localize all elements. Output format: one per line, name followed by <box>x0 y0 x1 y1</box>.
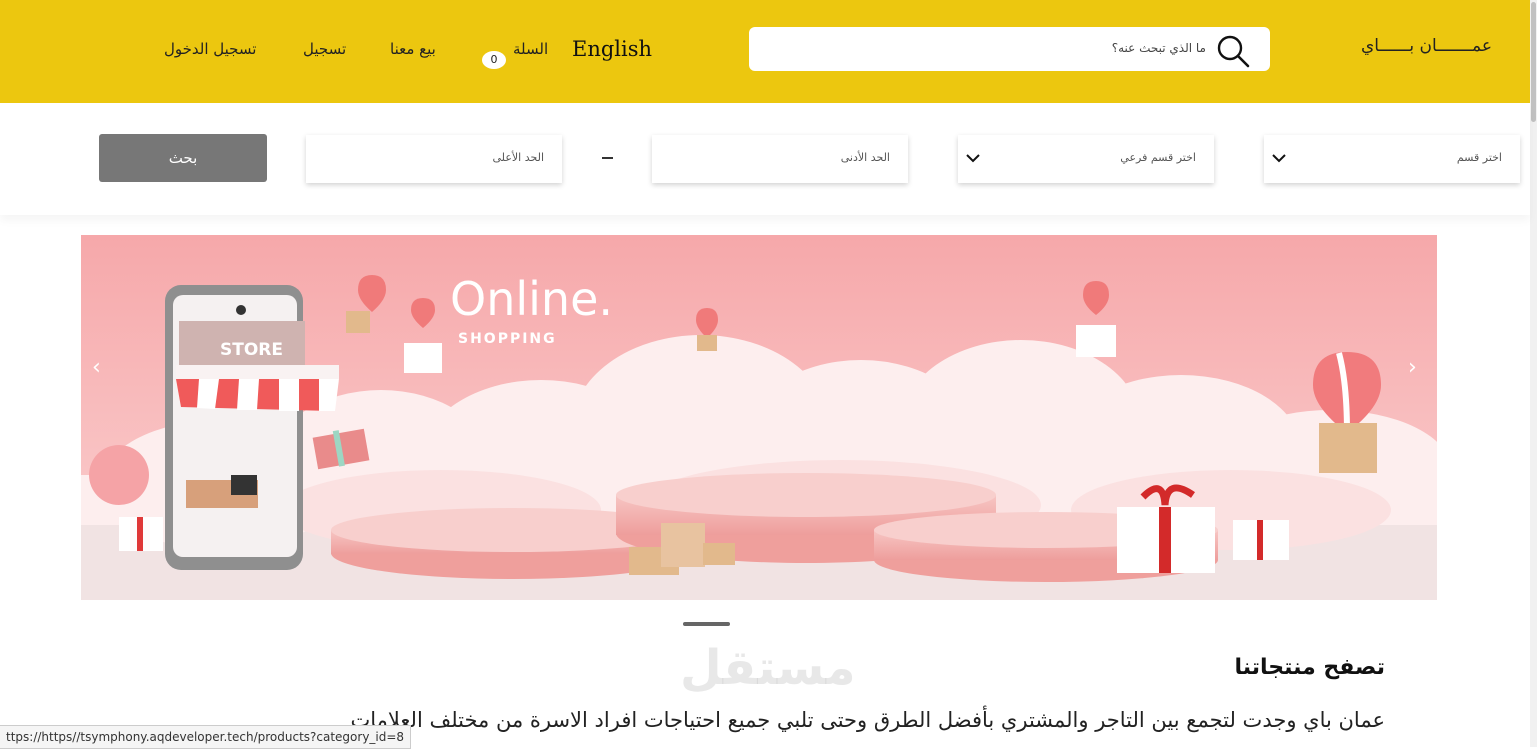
page-scrollbar[interactable] <box>1530 0 1537 747</box>
search-box[interactable]: ما الذي تبحث عنه؟ <box>749 27 1270 71</box>
banner-headline: Online. <box>450 272 613 326</box>
chevron-left-icon: ‹ <box>92 355 101 380</box>
chevron-down-icon <box>966 154 980 163</box>
store-sign-text: STORE <box>220 340 283 360</box>
status-bar-url: ttps://https//tsymphony.aqdeveloper.tech… <box>0 725 412 749</box>
hero-banner[interactable]: STORE Online. SHOPPING <box>81 235 1437 600</box>
banner-subline: SHOPPING <box>458 331 557 347</box>
cart-count-badge: 0 <box>482 51 506 69</box>
search-input[interactable]: ما الذي تبحث عنه؟ <box>1112 41 1206 55</box>
category-select-label: اختر قسم <box>1456 151 1502 164</box>
min-price-field[interactable]: الحد الأدنى <box>652 135 908 183</box>
search-icon[interactable] <box>1216 34 1250 68</box>
register-link[interactable]: تسجيل <box>303 40 346 58</box>
category-select[interactable]: اختر قسم <box>1264 135 1520 183</box>
filter-search-button[interactable]: بحث <box>99 134 267 182</box>
carousel-prev-button[interactable]: ‹ <box>92 355 101 380</box>
watermark-logo: مستقل <box>680 640 856 696</box>
login-link[interactable]: تسجيل الدخول <box>164 40 256 58</box>
top-navbar: عمـــــــان بــــــاي ما الذي تبحث عنه؟ … <box>0 0 1530 103</box>
range-separator <box>602 157 613 159</box>
brand-logo[interactable]: عمـــــــان بــــــاي <box>1361 36 1492 56</box>
subcategory-select-label: اختر قسم فرعي <box>1120 151 1196 164</box>
chevron-right-icon: › <box>1408 355 1417 380</box>
section-title: تصفح منتجاتنا <box>1234 655 1386 680</box>
sell-with-us-link[interactable]: بيع معنا <box>390 40 436 58</box>
max-price-placeholder: الحد الأعلى <box>492 151 544 164</box>
scrollbar-thumb[interactable] <box>1531 2 1536 122</box>
min-price-placeholder: الحد الأدنى <box>840 151 890 164</box>
language-switch-link[interactable]: English <box>572 37 652 61</box>
subcategory-select[interactable]: اختر قسم فرعي <box>958 135 1214 183</box>
max-price-field[interactable]: الحد الأعلى <box>306 135 562 183</box>
carousel-indicator[interactable] <box>683 622 730 626</box>
chevron-down-icon <box>1272 154 1286 163</box>
banner-illustration: STORE Online. SHOPPING <box>81 235 1437 600</box>
carousel-next-button[interactable]: › <box>1408 355 1417 380</box>
cart-link[interactable]: السلة <box>513 40 548 58</box>
